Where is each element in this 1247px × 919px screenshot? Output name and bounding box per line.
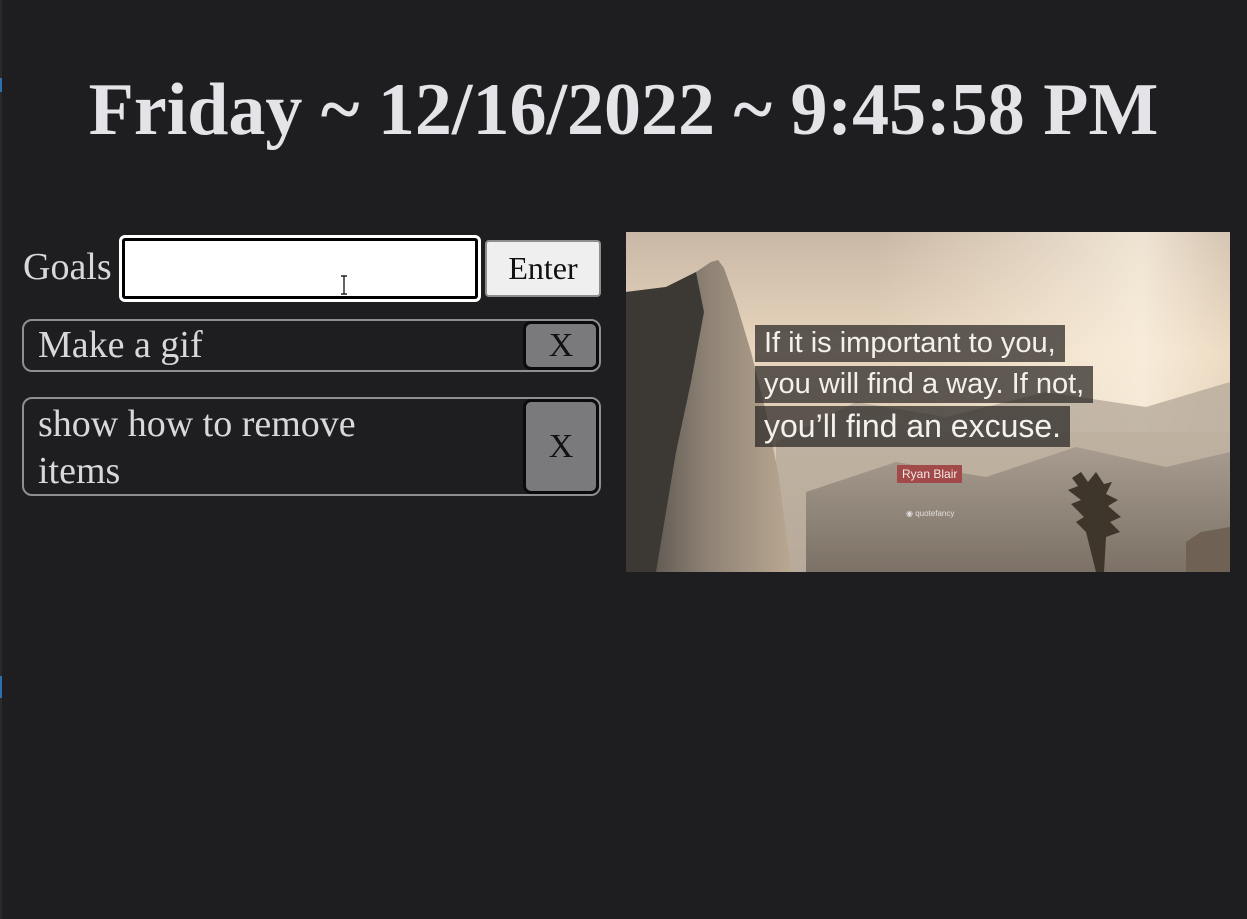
goal-item-text: show how to remove items: [38, 403, 356, 492]
remove-goal-button[interactable]: X: [523, 399, 599, 494]
remove-goal-button[interactable]: X: [523, 321, 599, 370]
enter-button[interactable]: Enter: [485, 240, 601, 297]
goal-input[interactable]: [119, 235, 481, 302]
goal-item: show how to remove items X: [22, 397, 601, 496]
quote-watermark: ◉ quotefancy: [906, 508, 954, 520]
quote-line: you’ll find an excuse.: [755, 406, 1071, 447]
edge-marker: [0, 676, 2, 698]
text-cursor-icon: [341, 275, 347, 295]
goals-label: Goals: [23, 246, 112, 288]
quote-line: If it is important to you,: [755, 325, 1065, 362]
watermark-logo-icon: ◉: [906, 509, 916, 518]
quote-line: you will find a way. If not,: [755, 366, 1094, 403]
watermark-text: quotefancy: [915, 509, 955, 518]
goal-item-text: Make a gif: [38, 324, 203, 366]
goal-item: Make a gif X: [22, 319, 601, 372]
datetime-heading: Friday ~ 12/16/2022 ~ 9:45:58 PM: [88, 69, 1159, 151]
quote-author-badge: Ryan Blair: [897, 465, 963, 483]
